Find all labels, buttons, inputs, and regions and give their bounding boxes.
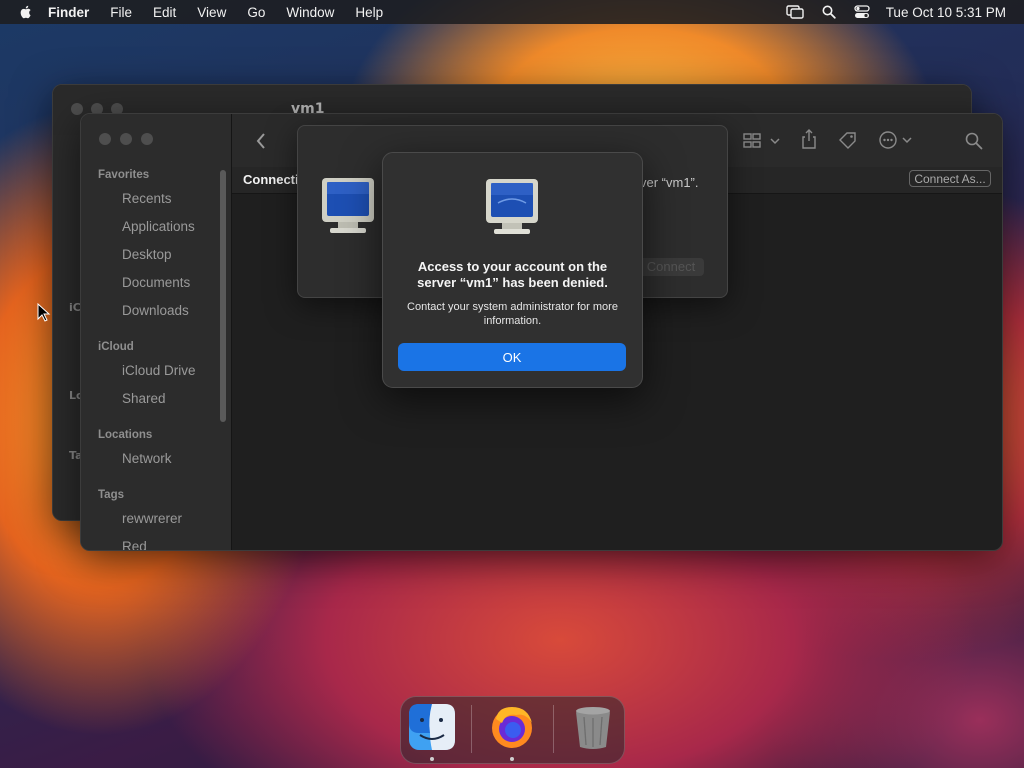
path-title: Connecti (243, 172, 299, 187)
trash-dock-icon[interactable] (569, 703, 617, 751)
ok-button[interactable]: OK (398, 343, 626, 371)
running-indicator (510, 757, 514, 761)
menu-help[interactable]: Help (355, 5, 383, 20)
more-icon[interactable] (879, 130, 915, 150)
dock (400, 696, 625, 764)
sidebar-item-network[interactable]: Network (122, 451, 172, 466)
sidebar-item-shared[interactable]: Shared (122, 391, 166, 406)
sidebar-scrollbar[interactable] (220, 170, 226, 422)
connect-button: Connect (638, 258, 704, 276)
connecting-status-text: ver “vm1”. (640, 175, 699, 190)
menu-app-name[interactable]: Finder (48, 5, 89, 20)
menu-edit[interactable]: Edit (153, 5, 176, 20)
share-icon[interactable] (801, 129, 817, 149)
sidebar-section-locations: Locations (98, 429, 153, 441)
server-monitor-icon (486, 179, 538, 234)
menu-window[interactable]: Window (286, 5, 334, 20)
finder-dock-icon[interactable] (408, 703, 456, 751)
sidebar-item-applications[interactable]: Applications (122, 219, 195, 234)
dock-separator (471, 705, 472, 753)
control-center-icon[interactable] (854, 5, 870, 19)
sidebar-item-tag-rewwrerer[interactable]: rewwrerer (122, 511, 182, 526)
sidebar-section-favorites: Favorites (98, 169, 150, 181)
close-button[interactable] (99, 133, 111, 145)
sidebar-item-tag-red[interactable]: Red (122, 539, 147, 550)
menu-go[interactable]: Go (247, 5, 265, 20)
menu-file[interactable]: File (110, 5, 132, 20)
window-controls (99, 133, 153, 145)
access-denied-alert: Access to your account on the server “vm… (382, 152, 643, 388)
tag-icon[interactable] (838, 131, 858, 149)
sidebar-item-recents[interactable]: Recents (122, 191, 172, 206)
screen-mirroring-icon[interactable] (785, 5, 804, 19)
sidebar-item-icloud-drive[interactable]: iCloud Drive (122, 363, 196, 378)
server-monitor-icon (322, 178, 374, 233)
sidebar-item-desktop[interactable]: Desktop (122, 247, 172, 262)
alert-message: Contact your system administrator for mo… (407, 301, 618, 327)
connect-as-button[interactable]: Connect As... (909, 170, 991, 187)
menu-bar: Finder File Edit View Go Window Help Tue… (0, 0, 1024, 24)
sidebar-section-icloud: iCloud (98, 341, 134, 353)
spotlight-search-icon[interactable] (822, 5, 836, 19)
zoom-button[interactable] (141, 133, 153, 145)
menu-view[interactable]: View (197, 5, 226, 20)
menu-bar-clock[interactable]: Tue Oct 10 5:31 PM (886, 5, 1006, 20)
back-icon[interactable] (256, 133, 266, 149)
alert-headline: Access to your account on the server “vm… (417, 259, 608, 290)
sidebar-section-tags: Tags (98, 489, 124, 501)
search-icon[interactable] (965, 132, 983, 150)
dock-separator (553, 705, 554, 753)
running-indicator (430, 757, 434, 761)
minimize-button[interactable] (120, 133, 132, 145)
sidebar-item-documents[interactable]: Documents (122, 275, 190, 290)
finder-sidebar: Favorites Recents Applications Desktop D… (81, 114, 232, 550)
mouse-cursor-icon (37, 303, 51, 322)
sidebar-item-downloads[interactable]: Downloads (122, 303, 189, 318)
view-options-icon[interactable] (743, 132, 783, 150)
firefox-dock-icon[interactable] (488, 703, 536, 751)
apple-menu-icon[interactable] (18, 4, 34, 20)
